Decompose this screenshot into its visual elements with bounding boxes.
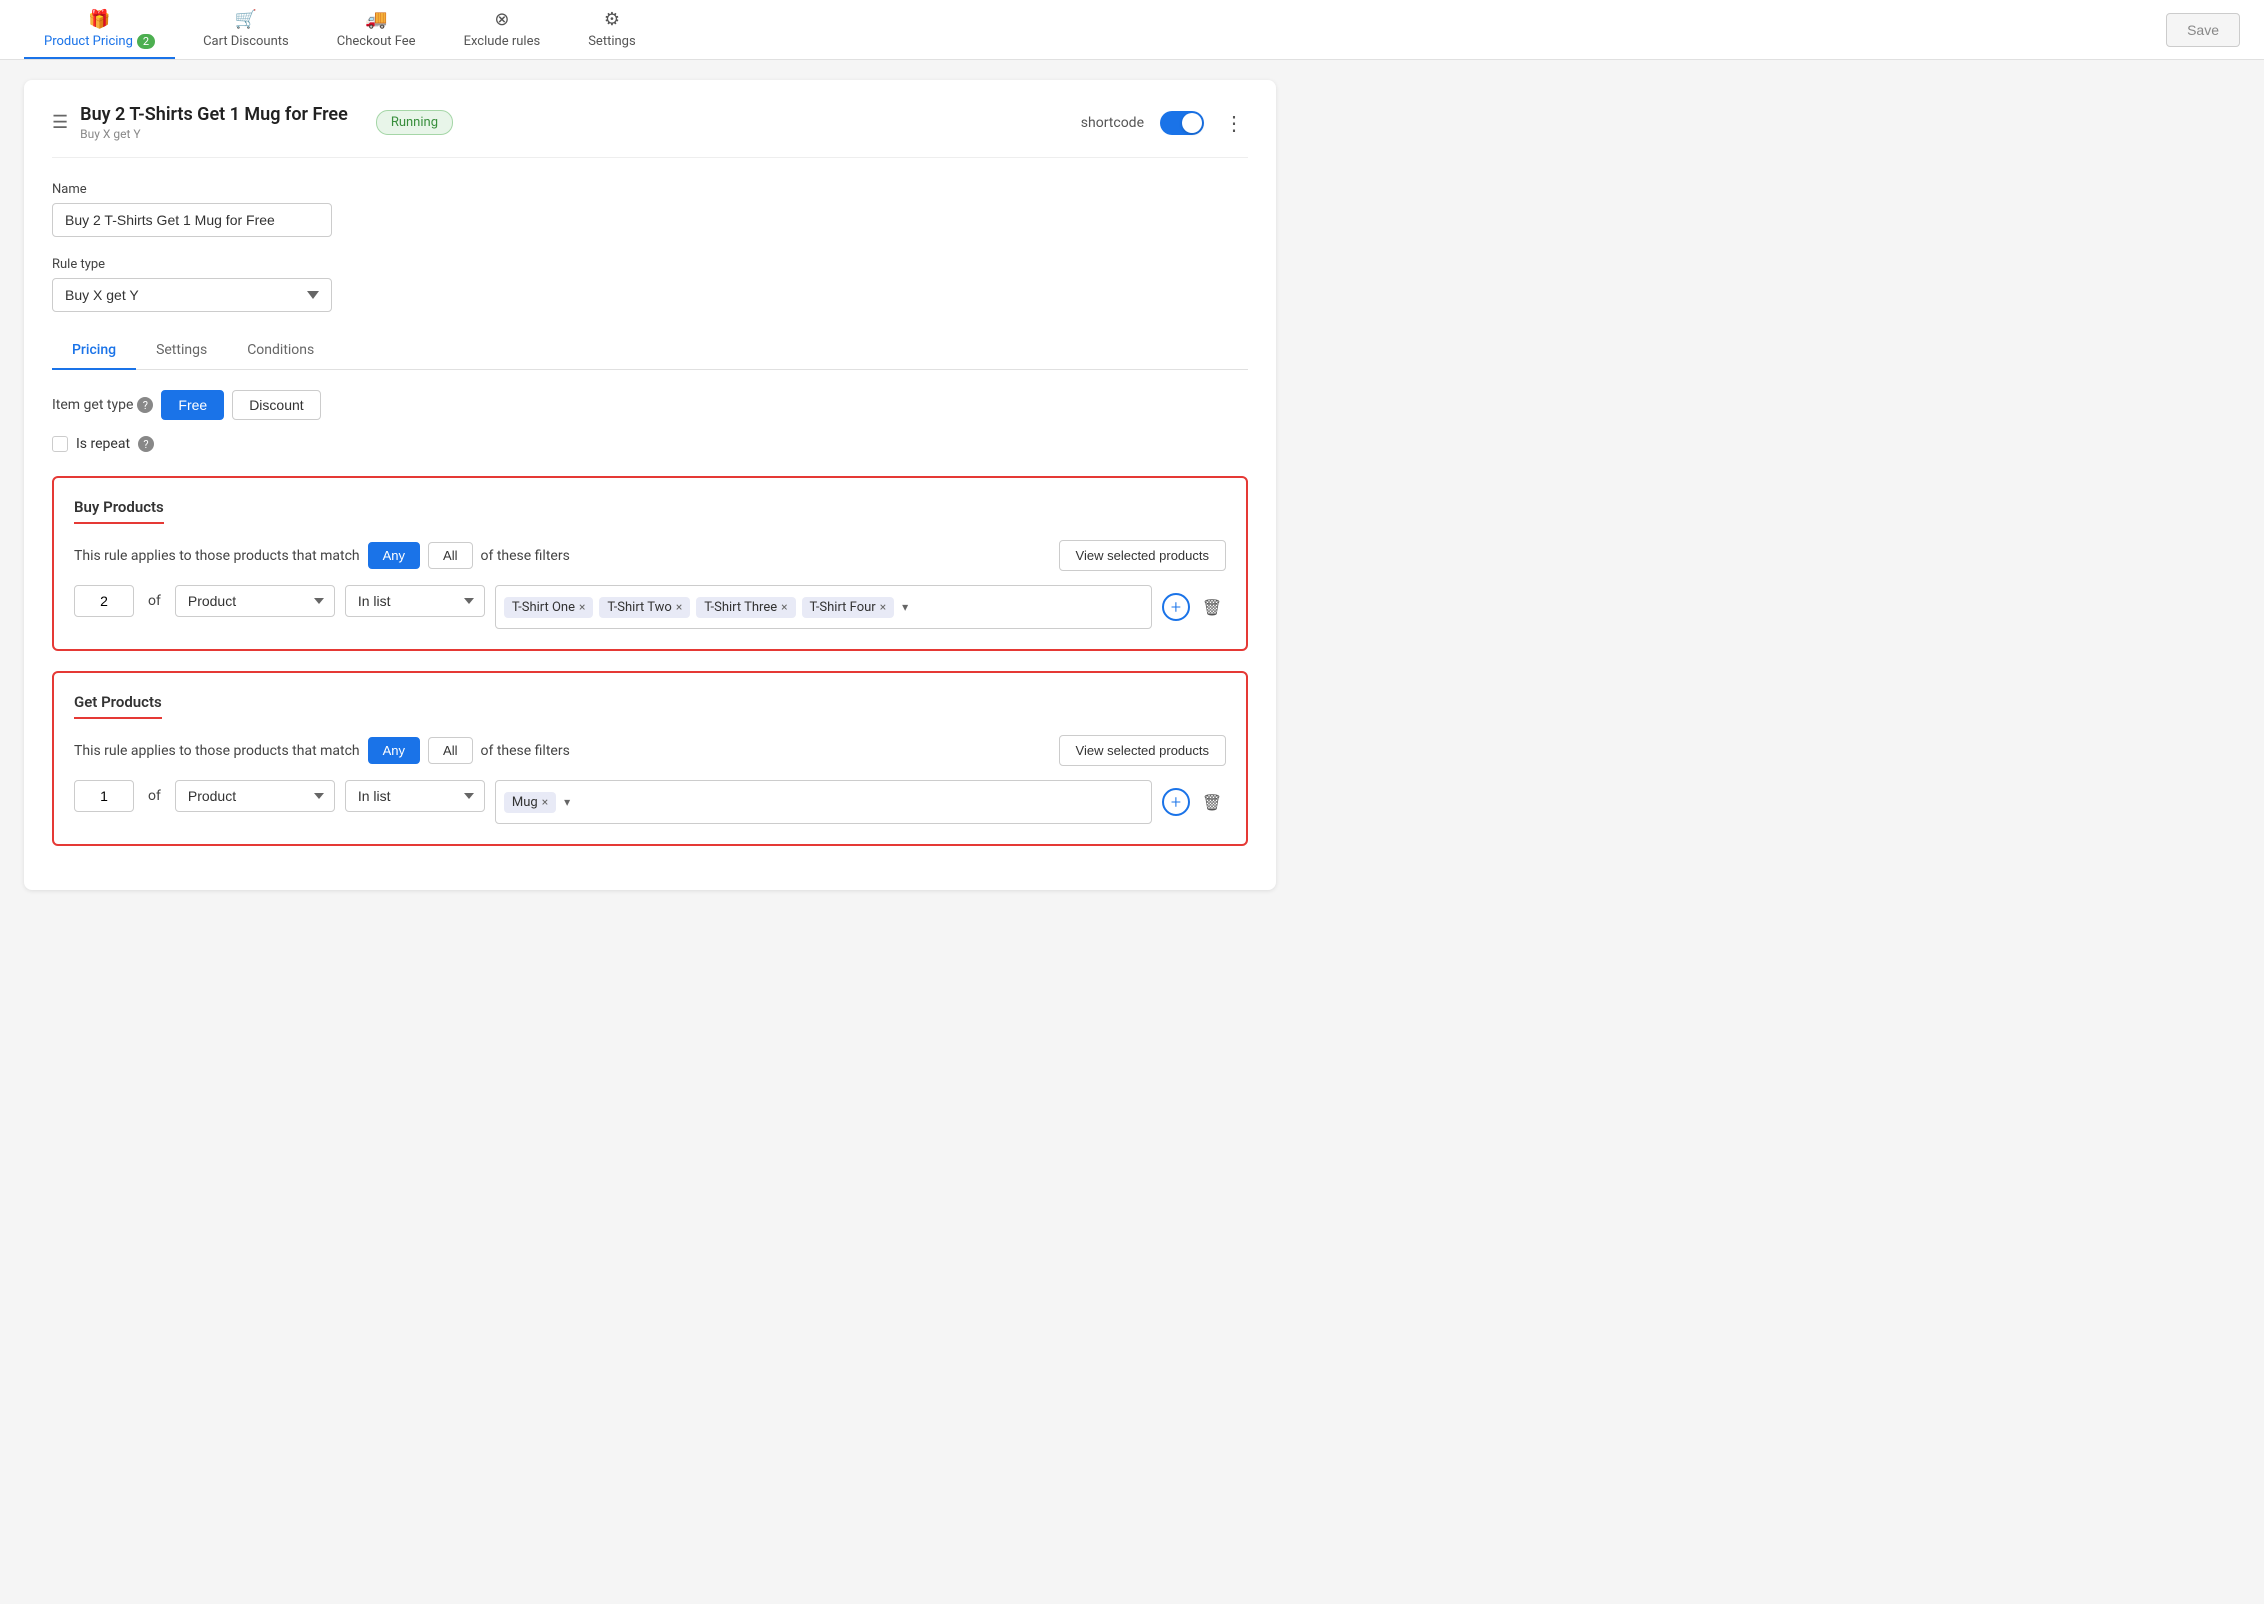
tab-settings[interactable]: Settings [136,332,227,370]
get-tag-mug-close[interactable]: × [542,795,548,809]
buy-tag-tshirt-two-close[interactable]: × [676,600,682,614]
nav-item-settings[interactable]: ⚙ Settings [568,1,655,59]
buy-products-title: Buy Products [74,498,164,524]
buy-any-button[interactable]: Any [368,542,420,569]
get-tags-chevron-down-icon[interactable]: ▾ [562,793,572,811]
buy-view-selected-products-button[interactable]: View selected products [1059,540,1226,571]
rule-type-select[interactable]: Buy X get Y [52,278,332,312]
is-repeat-label: Is repeat [76,436,130,452]
tab-conditions[interactable]: Conditions [227,332,334,370]
card-header: ☰ Buy 2 T-Shirts Get 1 Mug for Free Buy … [52,104,1248,158]
get-products-section: Get Products This rule applies to those … [52,671,1248,846]
save-button[interactable]: Save [2166,13,2240,47]
nav-item-product-pricing[interactable]: 🎁 Product Pricing 2 [24,1,175,59]
truck-icon: 🚚 [365,9,387,30]
rule-type-form-group: Rule type Buy X get Y [52,257,1248,312]
buy-tag-tshirt-two: T-Shirt Two × [599,597,690,618]
is-repeat-help-icon[interactable]: ? [138,436,154,452]
buy-products-section: Buy Products This rule applies to those … [52,476,1248,651]
settings-icon: ⚙ [604,9,620,30]
buy-condition-select[interactable]: In list [345,585,485,617]
exclude-icon: ⊗ [494,9,509,30]
buy-products-filter-header: This rule applies to those products that… [74,540,1226,571]
buy-tag-tshirt-three: T-Shirt Three × [696,597,795,618]
status-badge: Running [376,110,453,135]
name-input[interactable] [52,203,332,237]
get-delete-rule-button[interactable]: 🗑 [1198,788,1226,816]
hamburger-icon[interactable]: ☰ [52,112,68,133]
get-products-rule-row: of Product In list Mug × ▾ + 🗑 [74,780,1226,824]
buy-rule-actions: + 🗑 [1162,585,1226,621]
main-content: ☰ Buy 2 T-Shirts Get 1 Mug for Free Buy … [0,60,1300,910]
get-view-selected-products-button[interactable]: View selected products [1059,735,1226,766]
item-get-type-label: Item get type ? [52,397,153,413]
buy-tag-tshirt-four-close[interactable]: × [880,600,886,614]
more-options-icon[interactable]: ⋮ [1220,107,1248,139]
buy-tag-tshirt-four: T-Shirt Four × [802,597,895,618]
get-tag-mug: Mug × [504,792,556,813]
buy-quantity-input[interactable] [74,585,134,617]
card-header-right: shortcode ⋮ [1081,107,1248,139]
card-title: Buy 2 T-Shirts Get 1 Mug for Free [80,104,348,125]
name-label: Name [52,182,1248,197]
toggle-switch[interactable] [1160,111,1204,135]
is-repeat-checkbox[interactable] [52,436,68,452]
nav-item-cart-discounts[interactable]: 🛒 Cart Discounts [183,1,309,59]
buy-add-rule-button[interactable]: + [1162,593,1190,621]
tags-chevron-down-icon[interactable]: ▾ [900,598,910,616]
buy-tags-container[interactable]: T-Shirt One × T-Shirt Two × T-Shirt Thre… [495,585,1152,629]
rule-card: ☰ Buy 2 T-Shirts Get 1 Mug for Free Buy … [24,80,1276,890]
gift-icon: 🎁 [88,9,110,30]
get-products-title: Get Products [74,693,162,719]
card-header-left: ☰ Buy 2 T-Shirts Get 1 Mug for Free Buy … [52,104,1081,141]
get-of-text: of [144,780,165,812]
is-repeat-row: Is repeat ? [52,436,1248,452]
cart-icon: 🛒 [235,9,257,30]
get-all-button[interactable]: All [428,737,472,764]
buy-product-select[interactable]: Product [175,585,335,617]
buy-tag-tshirt-three-close[interactable]: × [781,600,787,614]
card-title-block: Buy 2 T-Shirts Get 1 Mug for Free Buy X … [80,104,348,141]
get-any-button[interactable]: Any [368,737,420,764]
nav-label-exclude-rules: Exclude rules [464,34,541,49]
get-add-rule-button[interactable]: + [1162,788,1190,816]
buy-of-text: of [144,585,165,617]
get-rule-actions: + 🗑 [1162,780,1226,816]
buy-tag-tshirt-one-close[interactable]: × [579,600,585,614]
buy-products-rule-row: of Product In list T-Shirt One × T-Shirt… [74,585,1226,629]
free-type-button[interactable]: Free [161,390,224,420]
nav-label-checkout-fee: Checkout Fee [337,34,416,49]
buy-delete-rule-button[interactable]: 🗑 [1198,593,1226,621]
shortcode-label: shortcode [1081,115,1144,131]
nav-item-checkout-fee[interactable]: 🚚 Checkout Fee [317,1,436,59]
get-product-select[interactable]: Product [175,780,335,812]
nav-badge-product-pricing: 2 [137,34,155,49]
get-quantity-input[interactable] [74,780,134,812]
nav-item-exclude-rules[interactable]: ⊗ Exclude rules [444,1,561,59]
nav-label-cart-discounts: Cart Discounts [203,34,289,49]
card-subtitle: Buy X get Y [80,127,348,141]
buy-all-button[interactable]: All [428,542,472,569]
get-products-filter-text: This rule applies to those products that… [74,737,570,764]
rule-type-label: Rule type [52,257,1248,272]
pricing-tabs: Pricing Settings Conditions [52,332,1248,370]
get-tags-container[interactable]: Mug × ▾ [495,780,1152,824]
nav-label-settings: Settings [588,34,635,49]
top-navigation: 🎁 Product Pricing 2 🛒 Cart Discounts 🚚 C… [0,0,2264,60]
item-get-type-row: Item get type ? Free Discount [52,390,1248,420]
nav-label-product-pricing: Product Pricing [44,34,133,49]
buy-tag-tshirt-one: T-Shirt One × [504,597,594,618]
get-condition-select[interactable]: In list [345,780,485,812]
name-form-group: Name [52,182,1248,237]
get-products-filter-header: This rule applies to those products that… [74,735,1226,766]
discount-type-button[interactable]: Discount [232,390,320,420]
buy-products-filter-text: This rule applies to those products that… [74,542,570,569]
item-get-type-help-icon[interactable]: ? [137,397,153,413]
tab-pricing[interactable]: Pricing [52,332,136,370]
